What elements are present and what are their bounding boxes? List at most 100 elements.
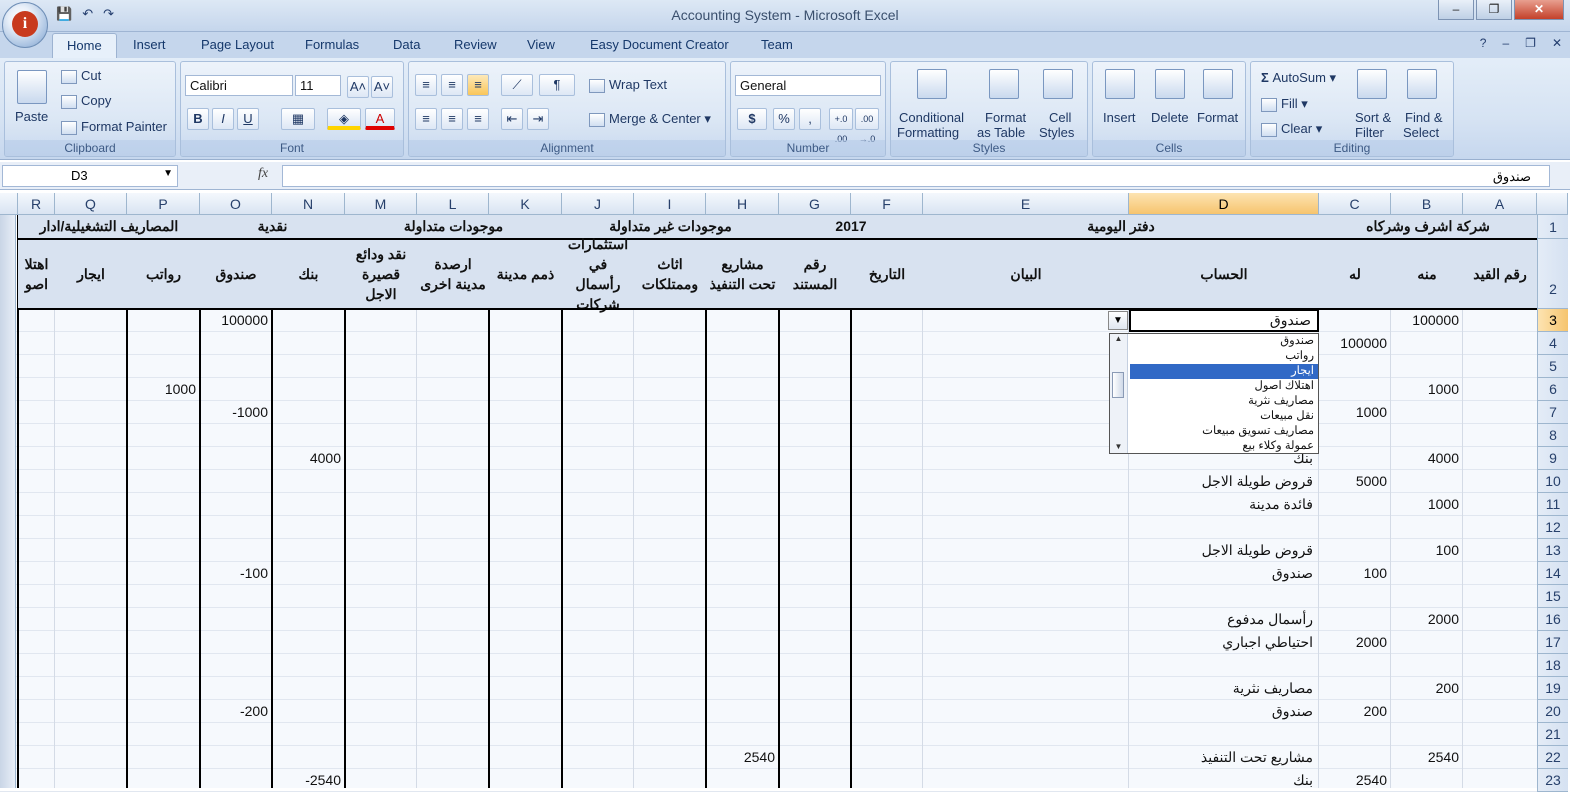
name-box[interactable]: D3 ▼ xyxy=(2,165,178,187)
office-button[interactable]: i xyxy=(2,2,48,48)
cell-o14[interactable]: -100 xyxy=(200,562,272,585)
row-header-20[interactable]: 20 xyxy=(1537,700,1568,723)
insert-cells-button[interactable]: Insert xyxy=(1103,110,1136,125)
dropdown-scrollbar[interactable]: ▲ ▼ xyxy=(1110,334,1128,453)
cell-d22[interactable]: مشاريع تحت التنفيذ xyxy=(1129,746,1319,769)
formula-input[interactable]: صندوق xyxy=(282,165,1550,187)
copy-button[interactable]: Copy xyxy=(61,93,111,109)
column-header-h[interactable]: H xyxy=(706,193,779,215)
align-bottom-button[interactable]: ≡ xyxy=(467,74,489,96)
cell-b11[interactable]: 1000 xyxy=(1391,493,1463,516)
shrink-font-button[interactable]: A˅ xyxy=(371,76,393,98)
dropdown-item[interactable]: رواتب xyxy=(1130,349,1318,364)
find-select-button[interactable]: Find & xyxy=(1405,110,1443,125)
workbook-restore-icon[interactable]: ❐ xyxy=(1525,36,1536,50)
column-header-g[interactable]: G xyxy=(779,193,851,215)
increase-indent-button[interactable]: ⇥ xyxy=(527,108,549,130)
cell-p6[interactable]: 1000 xyxy=(127,378,200,401)
cell-b3[interactable]: 100000 xyxy=(1391,309,1463,332)
scroll-thumb[interactable] xyxy=(1112,372,1124,398)
row-header-12[interactable]: 12 xyxy=(1537,516,1568,539)
clear-button[interactable]: Clear ▾ xyxy=(1261,121,1322,137)
help-icon[interactable]: ? xyxy=(1480,36,1487,50)
cell-styles-button[interactable]: Cell xyxy=(1049,110,1071,125)
cell-d23[interactable]: بنك xyxy=(1129,769,1319,792)
column-header-p[interactable]: P xyxy=(127,193,200,215)
dropdown-item[interactable]: مصاريف نثرية xyxy=(1130,394,1318,409)
row-header-10[interactable]: 10 xyxy=(1537,470,1568,493)
column-header-f[interactable]: F xyxy=(851,193,923,215)
dropdown-item[interactable]: اهتلاك اصول xyxy=(1130,379,1318,394)
percent-button[interactable]: % xyxy=(773,108,795,130)
row-header-16[interactable]: 16 xyxy=(1537,608,1568,631)
row-header-19[interactable]: 19 xyxy=(1537,677,1568,700)
tab-formulas[interactable]: Formulas xyxy=(305,37,359,52)
orientation-button[interactable]: ⟋ xyxy=(501,74,533,96)
font-size-select[interactable]: 11 xyxy=(295,75,341,96)
tab-team[interactable]: Team xyxy=(761,37,793,52)
row-header-8[interactable]: 8 xyxy=(1537,424,1568,447)
delete-cells-button[interactable]: Delete xyxy=(1151,110,1189,125)
cell-d19[interactable]: مصاريف نثرية xyxy=(1129,677,1319,700)
grow-font-button[interactable]: A˄ xyxy=(347,76,369,98)
align-top-button[interactable]: ≡ xyxy=(415,74,437,96)
row-header-18[interactable]: 18 xyxy=(1537,654,1568,677)
cell-c20[interactable]: 200 xyxy=(1319,700,1391,723)
column-header-n[interactable]: N xyxy=(272,193,345,215)
scroll-down-icon[interactable]: ▼ xyxy=(1110,442,1127,451)
cell-n9[interactable]: 4000 xyxy=(272,447,345,470)
cell-c17[interactable]: 2000 xyxy=(1319,631,1391,654)
wrap-text-button[interactable]: Wrap Text xyxy=(589,77,667,93)
column-header-d[interactable]: D xyxy=(1129,193,1319,215)
workbook-close-icon[interactable]: ✕ xyxy=(1552,36,1562,50)
cell-d16[interactable]: رأسمال مدفوع xyxy=(1129,608,1319,631)
dropdown-item[interactable]: مصاريف تسويق مبيعات xyxy=(1130,424,1318,439)
cell-b13[interactable]: 100 xyxy=(1391,539,1463,562)
decrease-indent-button[interactable]: ⇤ xyxy=(501,108,523,130)
borders-button[interactable]: ▦ xyxy=(281,108,315,130)
row-header-13[interactable]: 13 xyxy=(1537,539,1568,562)
horizontal-scroll-edge[interactable] xyxy=(0,215,16,788)
cut-button[interactable]: Cut xyxy=(61,68,101,84)
row-header-1[interactable]: 1 xyxy=(1537,215,1568,239)
cell-d10[interactable]: قروض طويلة الاجل xyxy=(1129,470,1319,493)
row-header-2[interactable]: 2 xyxy=(1537,239,1568,309)
italic-button[interactable]: I xyxy=(212,108,234,130)
cell-b6[interactable]: 1000 xyxy=(1391,378,1463,401)
fx-icon[interactable]: fx xyxy=(258,166,268,182)
bold-button[interactable]: B xyxy=(187,108,209,130)
column-header-l[interactable]: L xyxy=(417,193,489,215)
paste-icon[interactable] xyxy=(17,70,47,104)
dropdown-item[interactable]: عمولة وكلاء بيع xyxy=(1130,439,1318,454)
merge-center-button[interactable]: Merge & Center ▾ xyxy=(589,111,711,127)
cell-d14[interactable]: صندوق xyxy=(1129,562,1319,585)
decrease-decimal-button[interactable]: .00 →.0 xyxy=(855,108,879,144)
cell-d3[interactable]: صندوق xyxy=(1129,309,1319,332)
cell-c4[interactable]: 100000 xyxy=(1319,332,1391,355)
column-header-j[interactable]: J xyxy=(562,193,634,215)
column-header-c[interactable]: C xyxy=(1319,193,1391,215)
row-header-15[interactable]: 15 xyxy=(1537,585,1568,608)
cell-c23[interactable]: 2540 xyxy=(1319,769,1391,792)
row-header-17[interactable]: 17 xyxy=(1537,631,1568,654)
name-box-dropdown-icon[interactable]: ▼ xyxy=(163,168,173,179)
column-header-i[interactable]: I xyxy=(634,193,706,215)
dropdown-item[interactable]: صندوق xyxy=(1130,334,1318,349)
underline-button[interactable]: U xyxy=(237,108,259,130)
workbook-minimize-icon[interactable]: – xyxy=(1502,36,1509,50)
close-button[interactable]: ✕ xyxy=(1514,0,1564,20)
dropdown-item[interactable]: نقل مبيعات xyxy=(1130,409,1318,424)
autosum-button[interactable]: Σ AutoSum ▾ xyxy=(1261,70,1336,86)
tab-page-layout[interactable]: Page Layout xyxy=(201,37,274,52)
row-header-4[interactable]: 4 xyxy=(1537,332,1568,355)
cell-h22[interactable]: 2540 xyxy=(706,746,779,769)
tab-view[interactable]: View xyxy=(527,37,555,52)
cell-c7[interactable]: 1000 xyxy=(1319,401,1391,424)
cell-o7[interactable]: -1000 xyxy=(200,401,272,424)
cell-c14[interactable]: 100 xyxy=(1319,562,1391,585)
column-header-m[interactable]: M xyxy=(345,193,417,215)
fill-color-button[interactable]: ◈ xyxy=(327,108,361,130)
scroll-up-icon[interactable]: ▲ xyxy=(1110,334,1127,343)
align-left-button[interactable]: ≡ xyxy=(415,108,437,130)
format-as-table-button[interactable]: Format xyxy=(985,110,1026,125)
